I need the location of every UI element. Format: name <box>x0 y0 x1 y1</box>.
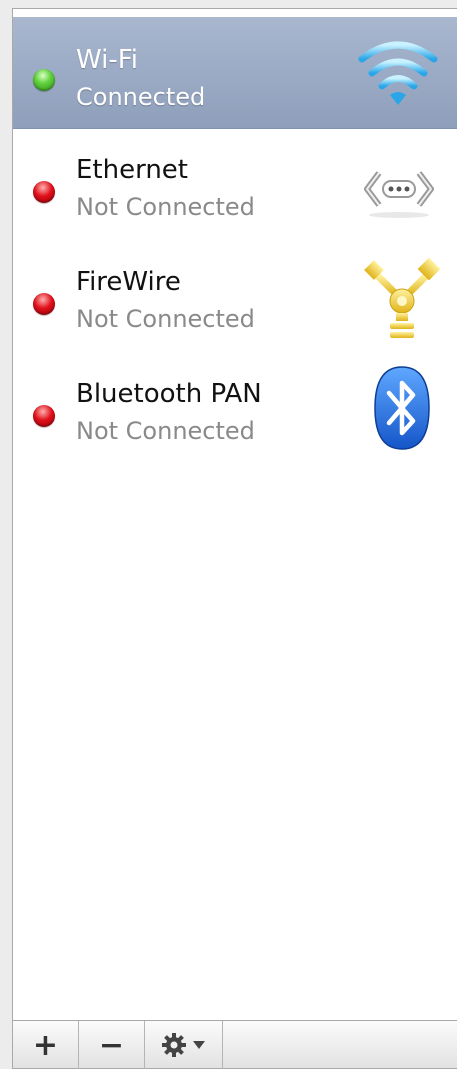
service-status: Connected <box>76 83 206 111</box>
status-indicator-disconnected <box>33 181 55 203</box>
service-name: Wi-Fi <box>76 45 139 75</box>
remove-service-button[interactable]: − <box>79 1021 145 1069</box>
bluetooth-icon <box>374 366 430 450</box>
add-service-button[interactable]: + <box>13 1021 79 1069</box>
gear-icon <box>162 1033 186 1057</box>
status-indicator-disconnected <box>33 293 55 315</box>
service-name: FireWire <box>76 267 181 297</box>
service-item-ethernet[interactable]: Ethernet Not Connected <box>13 129 457 241</box>
service-list-toolbar: + − <box>12 1020 457 1069</box>
service-name: Bluetooth PAN <box>76 379 262 409</box>
service-status: Not Connected <box>76 417 255 445</box>
chevron-down-icon <box>193 1041 205 1049</box>
wifi-icon <box>358 41 438 105</box>
service-status: Not Connected <box>76 193 255 221</box>
action-menu-button[interactable] <box>145 1021 223 1069</box>
ethernet-icon <box>364 171 434 218</box>
network-service-list[interactable]: Wi-Fi Connected Ethernet Not Connected F… <box>12 8 457 1020</box>
service-item-firewire[interactable]: FireWire Not Connected <box>13 241 457 353</box>
firewire-icon <box>364 257 441 338</box>
service-item-bluetooth-pan[interactable]: Bluetooth PAN Not Connected <box>13 353 457 465</box>
service-name: Ethernet <box>76 155 188 185</box>
service-status: Not Connected <box>76 305 255 333</box>
service-item-wifi[interactable]: Wi-Fi Connected <box>13 17 457 129</box>
status-indicator-connected <box>33 69 55 91</box>
status-indicator-disconnected <box>33 405 55 427</box>
